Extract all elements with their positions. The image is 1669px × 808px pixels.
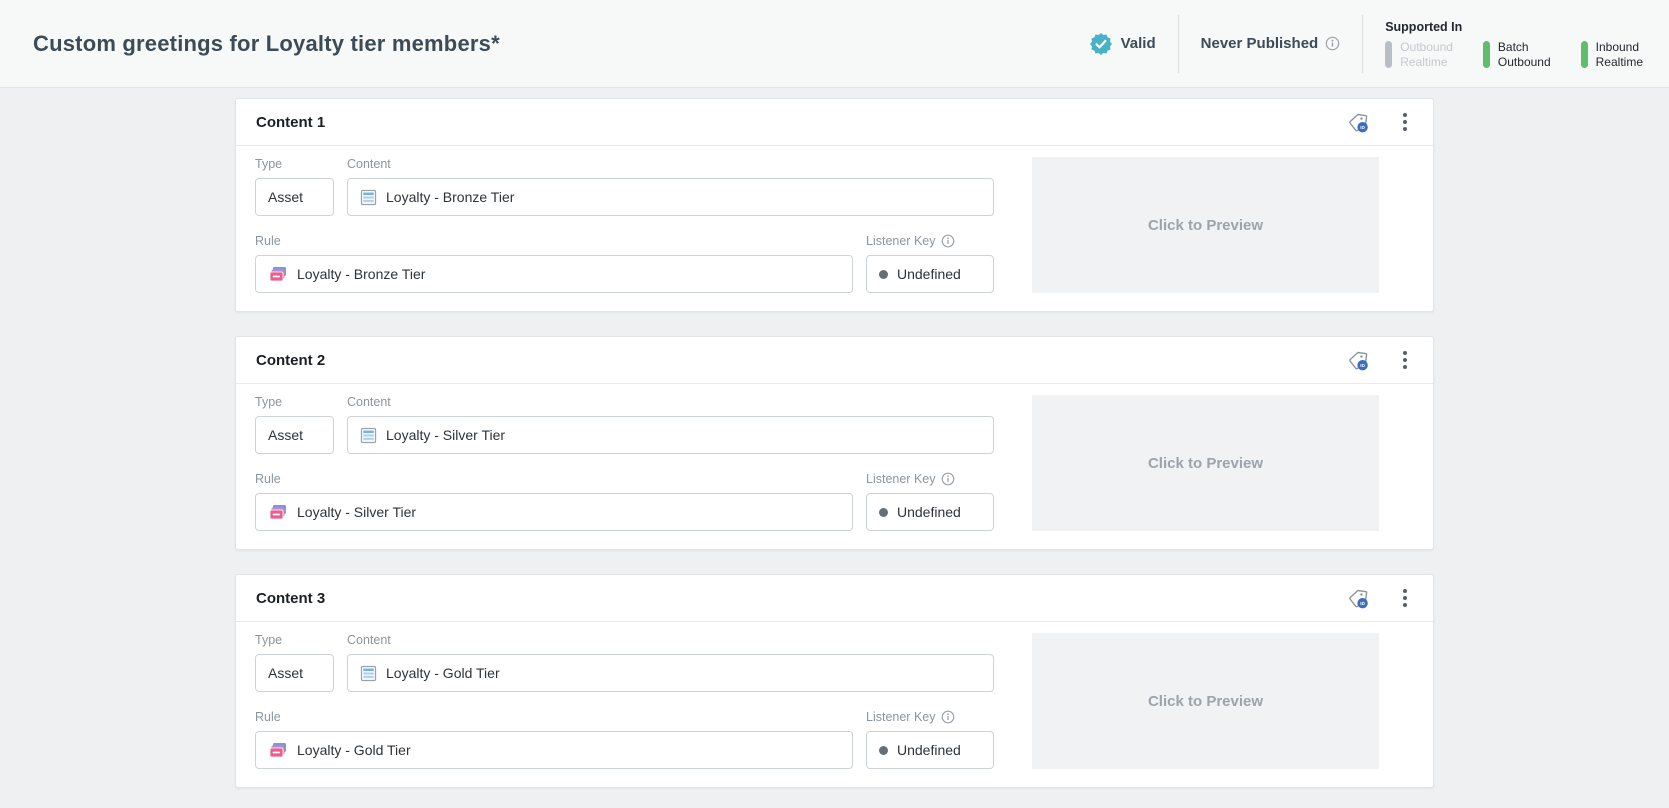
gray-dot-icon [879, 508, 888, 517]
svg-text:ID: ID [1360, 363, 1365, 368]
asset-table-icon [360, 665, 377, 682]
listener-key-label: Listener Key [866, 710, 994, 724]
gray-dot-icon [879, 746, 888, 755]
type-label: Type [255, 633, 334, 647]
info-icon[interactable] [941, 710, 955, 724]
status-bar-icon [1581, 41, 1588, 68]
content-card: Content 3 ID Type [235, 574, 1434, 788]
preview-label: Click to Preview [1148, 217, 1263, 234]
rule-input[interactable]: Loyalty - Silver Tier [255, 493, 853, 531]
card-title: Content 3 [256, 590, 325, 607]
content-input[interactable]: Loyalty - Silver Tier [347, 416, 994, 454]
svg-text:ID: ID [1360, 125, 1365, 130]
rule-input[interactable]: Loyalty - Bronze Tier [255, 255, 853, 293]
supported-item-outbound-realtime: Outbound Realtime [1385, 40, 1453, 68]
validation-status: Valid [1089, 32, 1156, 56]
preview-panel[interactable]: Click to Preview [1032, 395, 1379, 531]
publish-status: Never Published [1201, 35, 1341, 52]
check-seal-icon [1089, 32, 1113, 56]
stacked-cards-icon [268, 266, 288, 283]
published-label: Never Published [1201, 35, 1319, 52]
rule-label: Rule [255, 710, 853, 724]
svg-text:ID: ID [1360, 601, 1365, 606]
tag-id-badge-icon[interactable]: ID [1344, 346, 1373, 375]
supported-item-inbound-realtime: Inbound Realtime [1581, 40, 1643, 68]
info-icon[interactable] [941, 234, 955, 248]
listener-key-input[interactable]: Undefined [866, 731, 994, 769]
content-card: Content 2 ID Type [235, 336, 1434, 550]
content-label: Content [347, 157, 994, 171]
kebab-menu-icon[interactable] [1397, 586, 1413, 610]
asset-table-icon [360, 427, 377, 444]
asset-table-icon [360, 189, 377, 206]
listener-key-input[interactable]: Undefined [866, 255, 994, 293]
stacked-cards-icon [268, 504, 288, 521]
supported-item-batch-outbound: Batch Outbound [1483, 40, 1551, 68]
header-divider [1178, 15, 1179, 73]
valid-label: Valid [1121, 35, 1156, 52]
supported-in-title: Supported In [1385, 20, 1643, 34]
header-divider [1362, 15, 1363, 73]
tag-id-badge-icon[interactable]: ID [1344, 584, 1373, 613]
preview-label: Click to Preview [1148, 693, 1263, 710]
header-status-bar: Valid Never Published Supported In Outb [1089, 15, 1643, 73]
supported-in-section: Supported In Outbound Realtime Batch Out… [1385, 18, 1643, 68]
type-label: Type [255, 395, 334, 409]
rule-label: Rule [255, 472, 853, 486]
type-select[interactable]: Asset [255, 178, 334, 216]
top-header: Custom greetings for Loyalty tier member… [0, 0, 1669, 88]
kebab-menu-icon[interactable] [1397, 348, 1413, 372]
listener-key-label: Listener Key [866, 472, 994, 486]
preview-panel[interactable]: Click to Preview [1032, 633, 1379, 769]
info-icon[interactable] [1325, 36, 1340, 51]
type-select[interactable]: Asset [255, 654, 334, 692]
type-label: Type [255, 157, 334, 171]
kebab-menu-icon[interactable] [1397, 110, 1413, 134]
content-label: Content [347, 395, 994, 409]
status-bar-icon [1385, 41, 1392, 68]
card-title: Content 1 [256, 114, 325, 131]
status-bar-icon [1483, 41, 1490, 68]
preview-panel[interactable]: Click to Preview [1032, 157, 1379, 293]
type-select[interactable]: Asset [255, 416, 334, 454]
content-list: Content 1 ID Type [0, 88, 1669, 788]
card-title: Content 2 [256, 352, 325, 369]
rule-input[interactable]: Loyalty - Gold Tier [255, 731, 853, 769]
content-label: Content [347, 633, 994, 647]
rule-label: Rule [255, 234, 853, 248]
tag-id-badge-icon[interactable]: ID [1344, 108, 1373, 137]
gray-dot-icon [879, 270, 888, 279]
page-title: Custom greetings for Loyalty tier member… [33, 31, 500, 57]
stacked-cards-icon [268, 742, 288, 759]
listener-key-label: Listener Key [866, 234, 994, 248]
content-input[interactable]: Loyalty - Gold Tier [347, 654, 994, 692]
listener-key-input[interactable]: Undefined [866, 493, 994, 531]
content-card: Content 1 ID Type [235, 98, 1434, 312]
preview-label: Click to Preview [1148, 455, 1263, 472]
content-input[interactable]: Loyalty - Bronze Tier [347, 178, 994, 216]
info-icon[interactable] [941, 472, 955, 486]
